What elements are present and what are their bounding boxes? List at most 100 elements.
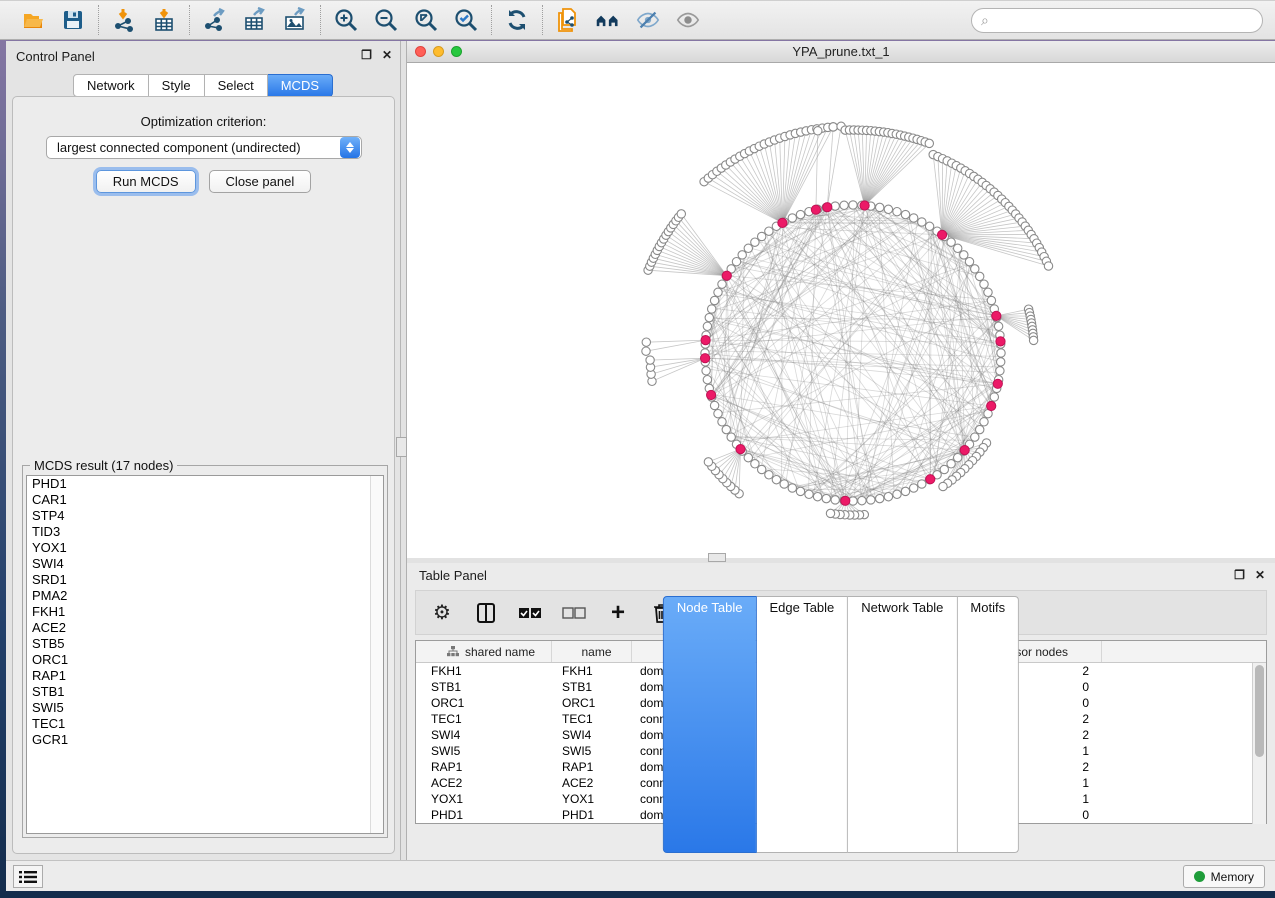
duplicate-network-icon[interactable] [555,7,581,33]
control-panel-title: Control Panel [16,49,95,64]
import-network-icon[interactable] [111,7,137,33]
table-cell[interactable]: SWI5 [552,743,632,759]
mcds-result-item[interactable]: TID3 [27,524,383,540]
mcds-result-item[interactable]: SRD1 [27,572,383,588]
control-panel-tabs: Network Style Select MCDS [73,74,333,97]
vertical-splitter-handle[interactable] [396,437,407,457]
tab-select[interactable]: Select [205,74,268,97]
network-window: YPA_prune.txt_1 [407,41,1275,558]
list-scrollbar[interactable] [370,476,383,833]
mcds-result-item[interactable]: SWI5 [27,700,383,716]
table-cell[interactable]: SWI5 [416,743,552,759]
mcds-tab-content: Optimization criterion: largest connecte… [12,96,395,854]
column-header-shared-name[interactable]: shared name [416,641,552,662]
table-cell[interactable]: PHD1 [416,807,552,823]
table-cell[interactable]: FKH1 [416,663,552,679]
import-table-icon[interactable] [151,7,177,33]
close-panel-button[interactable]: Close panel [209,170,312,193]
export-image-icon[interactable] [282,7,308,33]
tab-motifs[interactable]: Motifs [957,596,1019,853]
refresh-view-icon[interactable] [504,7,530,33]
table-cell[interactable]: ACE2 [416,775,552,791]
table-cell[interactable]: YOX1 [552,791,632,807]
run-mcds-button[interactable]: Run MCDS [96,170,196,193]
table-cell[interactable]: ORC1 [552,695,632,711]
table-cell[interactable]: SWI4 [552,727,632,743]
column-header-name[interactable]: name [552,641,632,662]
table-cell[interactable]: ACE2 [552,775,632,791]
network-canvas[interactable] [407,63,1275,558]
zoom-out-icon[interactable] [373,7,399,33]
mcds-result-item[interactable]: SWI4 [27,556,383,572]
mcds-result-list[interactable]: PHD1CAR1STP4TID3YOX1SWI4SRD1PMA2FKH1ACE2… [26,475,384,834]
zoom-in-icon[interactable] [333,7,359,33]
tab-edge-table[interactable]: Edge Table [756,596,848,853]
tab-network-table[interactable]: Network Table [848,596,957,853]
tab-mcds[interactable]: MCDS [268,74,333,97]
hide-selected-icon[interactable] [635,7,661,33]
criterion-dropdown[interactable]: largest connected component (undirected) [46,136,362,159]
task-history-button[interactable] [13,865,43,888]
table-cell[interactable]: RAP1 [552,759,632,775]
tab-network[interactable]: Network [73,74,149,97]
float-table-panel-icon[interactable]: ❐ [1234,568,1245,582]
tab-style[interactable]: Style [149,74,205,97]
close-table-panel-icon[interactable]: ✕ [1255,568,1265,582]
criterion-value: largest connected component (undirected) [47,140,340,155]
table-scrollbar-thumb[interactable] [1255,665,1264,757]
control-panel: Control Panel ❐ ✕ Network Style Select M… [6,41,401,860]
mcds-result-item[interactable]: ACE2 [27,620,383,636]
table-cell-filler [1102,727,1266,743]
table-scrollbar[interactable] [1252,663,1266,824]
table-cell-filler [1102,679,1266,695]
search-input[interactable] [994,13,1253,28]
mcds-result-item[interactable]: RAP1 [27,668,383,684]
table-cell-filler [1102,775,1266,791]
show-all-icon[interactable] [675,7,701,33]
mcds-result-item[interactable]: STB1 [27,684,383,700]
select-all-icon[interactable] [518,601,542,625]
table-cell[interactable]: STB1 [416,679,552,695]
float-panel-icon[interactable]: ❐ [361,48,372,62]
mcds-result-item[interactable]: FKH1 [27,604,383,620]
table-cell[interactable]: RAP1 [416,759,552,775]
table-cell[interactable]: FKH1 [552,663,632,679]
network-titlebar[interactable]: YPA_prune.txt_1 [407,41,1275,63]
mcds-result-item[interactable]: PMA2 [27,588,383,604]
network-graph[interactable] [407,63,1275,558]
zoom-fit-icon[interactable] [413,7,439,33]
table-cell[interactable]: TEC1 [416,711,552,727]
export-network-icon[interactable] [202,7,228,33]
table-cell-filler [1102,791,1266,807]
zoom-selected-icon[interactable] [453,7,479,33]
table-cell[interactable]: YOX1 [416,791,552,807]
table-cell[interactable]: PHD1 [552,807,632,823]
close-panel-icon[interactable]: ✕ [382,48,392,62]
save-session-icon[interactable] [60,7,86,33]
table-cell[interactable]: TEC1 [552,711,632,727]
add-column-icon[interactable]: + [606,601,630,625]
mcds-result-item[interactable]: ORC1 [27,652,383,668]
first-neighbors-icon[interactable] [595,7,621,33]
export-table-icon[interactable] [242,7,268,33]
table-settings-icon[interactable]: ⚙ [430,601,454,625]
mcds-result-item[interactable]: TEC1 [27,716,383,732]
tab-node-table[interactable]: Node Table [663,596,757,853]
mcds-result-item[interactable]: CAR1 [27,492,383,508]
table-cell[interactable]: ORC1 [416,695,552,711]
show-columns-icon[interactable] [474,601,498,625]
mcds-result-item[interactable]: STB5 [27,636,383,652]
mcds-result-item[interactable]: PHD1 [27,476,383,492]
mcds-result-item[interactable]: GCR1 [27,732,383,748]
list-icon [19,870,37,884]
table-cell[interactable]: STB1 [552,679,632,695]
deselect-all-icon[interactable] [562,601,586,625]
mcds-result-item[interactable]: YOX1 [27,540,383,556]
horizontal-splitter-handle[interactable] [708,553,726,562]
mcds-result-item[interactable]: STP4 [27,508,383,524]
dropdown-stepper-icon [340,137,360,158]
open-file-icon[interactable] [20,7,46,33]
memory-button[interactable]: Memory [1183,865,1265,888]
search-icon: ⌕ [981,12,989,29]
table-cell[interactable]: SWI4 [416,727,552,743]
